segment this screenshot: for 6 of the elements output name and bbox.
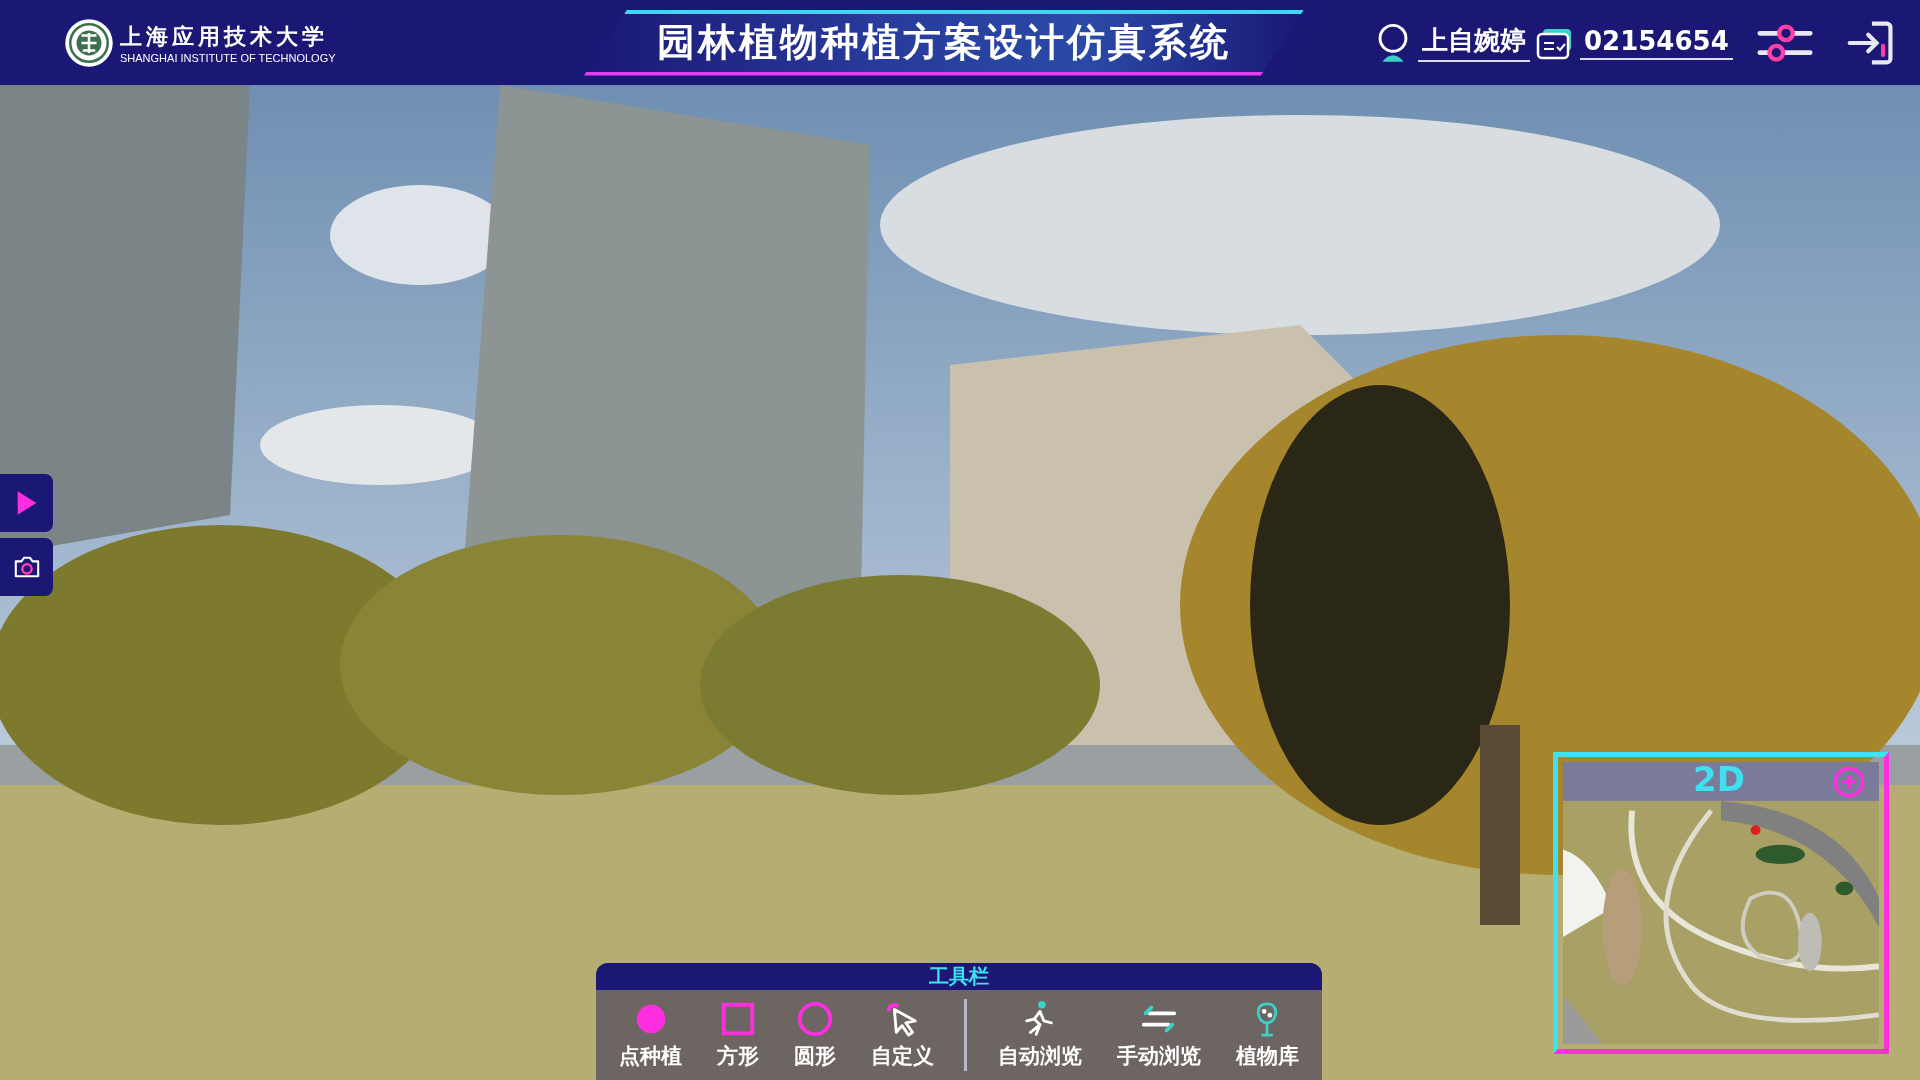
user-id: 02154654	[1580, 25, 1733, 60]
school-subtitle: SHANGHAI INSTITUTE OF TECHNOLOGY	[120, 51, 336, 64]
user-name: 上自婉婷	[1418, 23, 1530, 62]
school-name: 上海应用技术大学	[120, 21, 329, 51]
school-emblem-icon	[64, 17, 114, 68]
window-title: 园林植物种植方案设计仿真系统	[584, 9, 1304, 76]
